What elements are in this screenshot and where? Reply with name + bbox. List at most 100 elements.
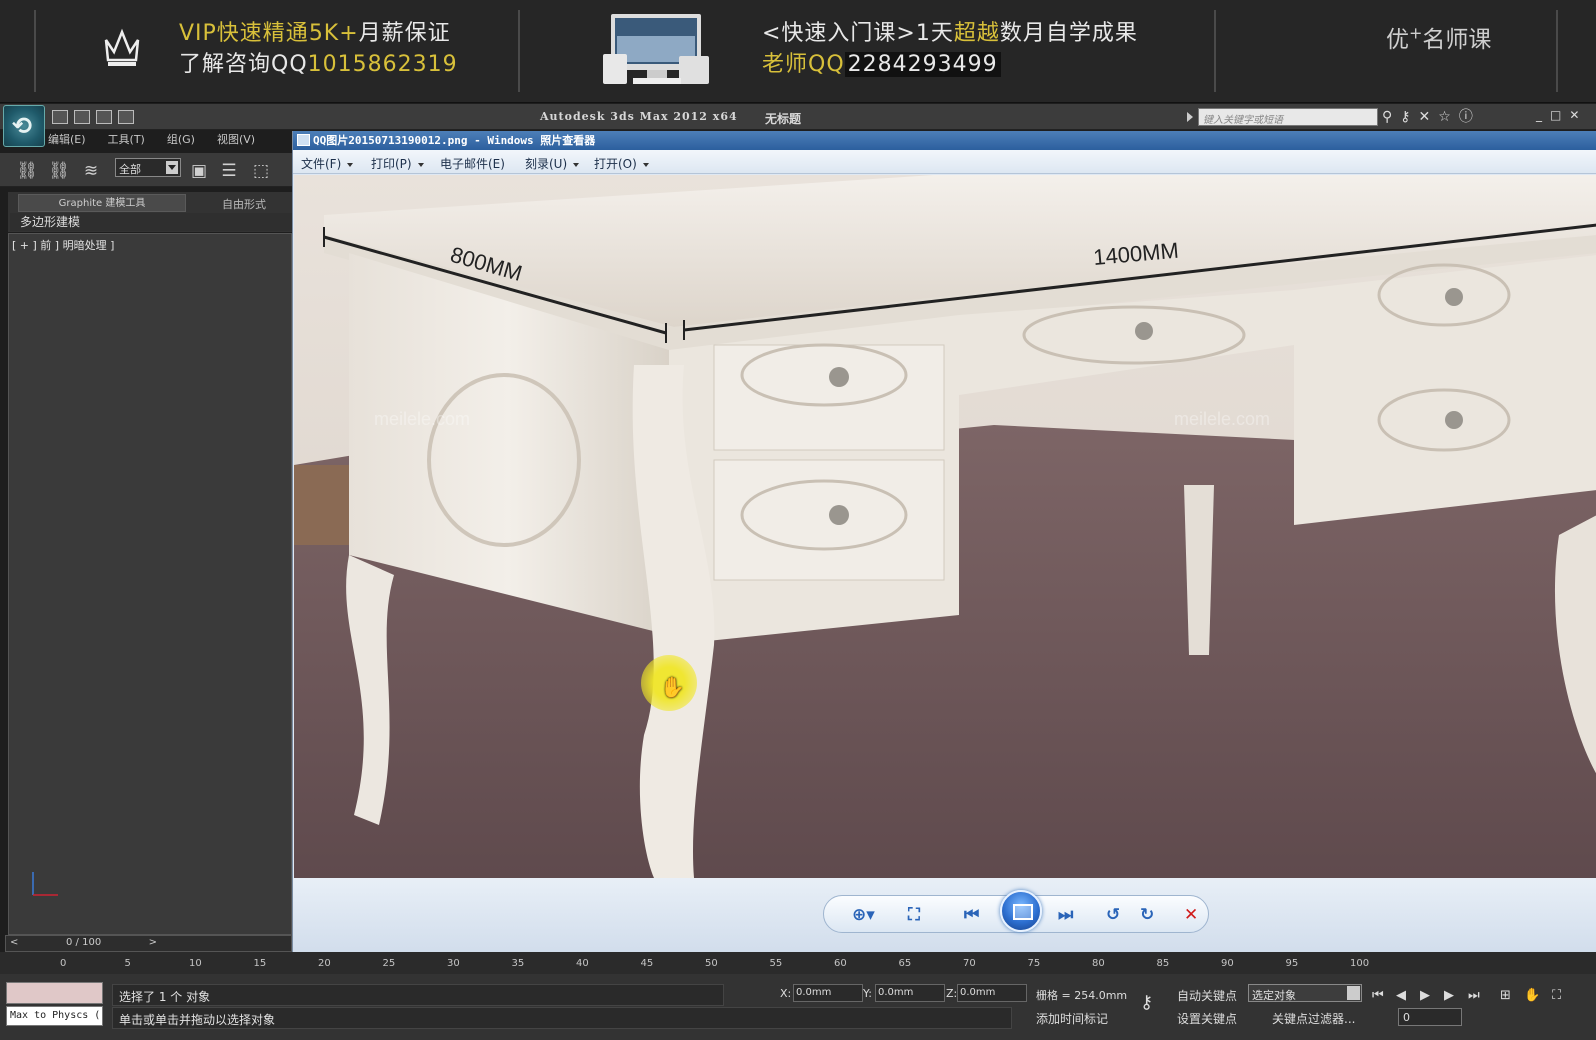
- add-time-tag[interactable]: 添加时间标记: [1036, 1010, 1108, 1027]
- previous-frame-icon[interactable]: ◀: [1396, 988, 1406, 1003]
- timeline-ticks: 0 5 10 15 20 25 30 35 40 45 50 55 60 65 70 75 80 85 90 95 10…: [60, 952, 1369, 974]
- hand-cursor-icon: ✋: [660, 675, 685, 699]
- bind-spacewarp-icon[interactable]: ≋: [80, 160, 102, 182]
- project-folder-icon[interactable]: [118, 110, 134, 124]
- timeline-tick-label: 70: [963, 958, 976, 969]
- search-input[interactable]: 键入关键字或短语: [1198, 108, 1378, 126]
- save-file-icon[interactable]: [96, 110, 112, 124]
- time-slider-label: 0 / 100: [66, 937, 102, 948]
- set-key-button[interactable]: 设置关键点: [1177, 1010, 1237, 1027]
- help-icon[interactable]: ⓘ: [1459, 110, 1473, 124]
- link-icon[interactable]: ⛓: [16, 160, 38, 182]
- time-prev-button[interactable]: <: [10, 937, 18, 948]
- timeline-tick-label: 40: [576, 958, 589, 969]
- key-mode-dropdown[interactable]: 选定对象: [1248, 984, 1362, 1002]
- promo-banner: VIP快速精通5K+月薪保证 了解咨询QQ1015862319 <快速入门课>1…: [0, 0, 1596, 103]
- slideshow-button[interactable]: [1000, 890, 1042, 932]
- communication-icon[interactable]: ✕: [1419, 110, 1431, 124]
- next-icon[interactable]: ⏭: [1058, 905, 1073, 925]
- grid-size: 栅格 = 254.0mm: [1036, 989, 1128, 1002]
- banner-right-line1: <快速入门课>1天超越数月自学成果: [762, 21, 1138, 46]
- menu-burn[interactable]: 刻录(U): [525, 155, 579, 172]
- quick-access-toolbar: [52, 110, 134, 124]
- maxscript-listener[interactable]: [6, 982, 103, 1004]
- timeline-tick-label: 50: [705, 958, 718, 969]
- axis-gizmo: [32, 872, 58, 896]
- viewport-label[interactable]: [ + ] 前 ] 明暗处理 ]: [12, 237, 114, 253]
- selection-filter-dropdown[interactable]: 全部: [115, 158, 181, 177]
- max-document-name: 无标题: [765, 112, 802, 126]
- time-slider[interactable]: < 0 / 100 >: [5, 935, 292, 952]
- max-app-button[interactable]: ⟲: [3, 105, 45, 147]
- x-coordinate-field[interactable]: 0.0mm: [793, 984, 863, 1002]
- maximize-icon[interactable]: □: [1550, 108, 1561, 122]
- rotate-ccw-icon[interactable]: ↺: [1106, 905, 1120, 925]
- tab-graphite-modeling[interactable]: Graphite 建模工具: [18, 194, 186, 212]
- auto-key-button[interactable]: 自动关键点: [1177, 987, 1237, 1004]
- go-to-start-icon[interactable]: ⏮: [1372, 988, 1384, 1003]
- timeline-tick-label: 10: [189, 958, 202, 969]
- search-expand-icon[interactable]: [1187, 112, 1193, 122]
- actual-size-icon[interactable]: ⛶: [908, 905, 920, 925]
- watermark-text: meilele.com: [1174, 409, 1270, 429]
- menu-group[interactable]: 组(G): [167, 131, 195, 151]
- timeline-tick-label: 60: [834, 958, 847, 969]
- timeline-track[interactable]: 0 5 10 15 20 25 30 35 40 45 50 55 60 65 70 75 80 85 90 95 10…: [0, 952, 1596, 974]
- menu-print[interactable]: 打印(P): [371, 155, 424, 172]
- crown-icon: [104, 28, 140, 66]
- photo-viewer-controls: ⊕▾ ⛶ ⏮ ⏭ ↺ ↻ ✕: [293, 878, 1596, 958]
- menu-views[interactable]: 视图(V): [217, 131, 255, 151]
- rotate-cw-icon[interactable]: ↻: [1140, 905, 1154, 925]
- y-coordinate-field[interactable]: 0.0mm: [875, 984, 945, 1002]
- max-menu-bar: 编辑(E) 工具(T) 组(G) 视图(V): [48, 131, 255, 151]
- minimize-icon[interactable]: _: [1536, 108, 1542, 122]
- close-icon[interactable]: ✕: [1569, 108, 1579, 122]
- favorites-star-icon[interactable]: ☆: [1438, 110, 1451, 124]
- current-frame-field[interactable]: 0: [1398, 1008, 1462, 1026]
- menu-file[interactable]: 文件(F): [301, 155, 353, 172]
- timeline-tick-label: 55: [769, 958, 783, 969]
- go-to-end-icon[interactable]: ⏭: [1468, 988, 1480, 1003]
- timeline-tick-label: 45: [640, 958, 654, 969]
- window-controls: _ □ ✕: [1536, 108, 1579, 122]
- rectangular-selection-icon[interactable]: ⬚: [250, 160, 272, 182]
- binoculars-icon[interactable]: ⚲: [1382, 110, 1392, 124]
- timeline-tick-label: 20: [318, 958, 331, 969]
- banner-left-line2: 了解咨询QQ1015862319: [179, 52, 458, 77]
- zoom-icon[interactable]: ⊕▾: [852, 905, 875, 925]
- maximize-viewport-icon[interactable]: ⛶: [1552, 988, 1561, 1003]
- timeline-tick-label: 0: [60, 958, 67, 969]
- zoom-extents-icon[interactable]: ⊞: [1500, 988, 1511, 1003]
- previous-icon[interactable]: ⏮: [964, 905, 979, 925]
- z-coordinate-field[interactable]: 0.0mm: [957, 984, 1027, 1002]
- key-icon[interactable]: ⚷: [1140, 992, 1153, 1013]
- photo-viewer-menu: 文件(F) 打印(P) 电子邮件(E) 刻录(U) 打开(O): [293, 150, 1596, 174]
- maxscript-mini-listener[interactable]: Max to Physcs (: [6, 1006, 103, 1026]
- timeline-tick-label: 85: [1156, 958, 1170, 969]
- photo-viewer-icon: [297, 134, 310, 146]
- next-frame-icon[interactable]: ▶: [1444, 988, 1454, 1003]
- delete-icon[interactable]: ✕: [1184, 905, 1198, 925]
- open-file-icon[interactable]: [74, 110, 90, 124]
- desk-photo[interactable]: 800MM 1400MM meilele.com meilele.com: [294, 175, 1596, 878]
- new-file-icon[interactable]: [52, 110, 68, 124]
- select-by-name-icon[interactable]: ☰: [218, 160, 240, 182]
- front-viewport[interactable]: [8, 233, 292, 935]
- menu-tools[interactable]: 工具(T): [108, 131, 145, 151]
- monitor-icon: [603, 14, 709, 84]
- banner-right-line2: 老师QQ 2284293499: [762, 50, 1001, 80]
- unlink-icon[interactable]: ⛓: [48, 160, 70, 182]
- select-object-icon[interactable]: ▣: [188, 160, 210, 182]
- banner-divider: [518, 10, 520, 92]
- time-next-button[interactable]: >: [149, 937, 157, 948]
- menu-edit[interactable]: 编辑(E): [48, 131, 86, 151]
- timeline-tick-label: 30: [447, 958, 460, 969]
- menu-email[interactable]: 电子邮件(E): [440, 155, 505, 172]
- tab-freeform[interactable]: 自由形式: [222, 196, 266, 212]
- play-icon[interactable]: ▶: [1420, 988, 1430, 1003]
- key-icon[interactable]: ⚷: [1400, 110, 1410, 124]
- menu-open[interactable]: 打开(O): [594, 155, 649, 172]
- pan-icon[interactable]: ✋: [1524, 988, 1540, 1003]
- polygon-modeling-panel[interactable]: 多边形建模: [10, 213, 292, 231]
- key-filters-button[interactable]: 关键点过滤器...: [1272, 1010, 1355, 1027]
